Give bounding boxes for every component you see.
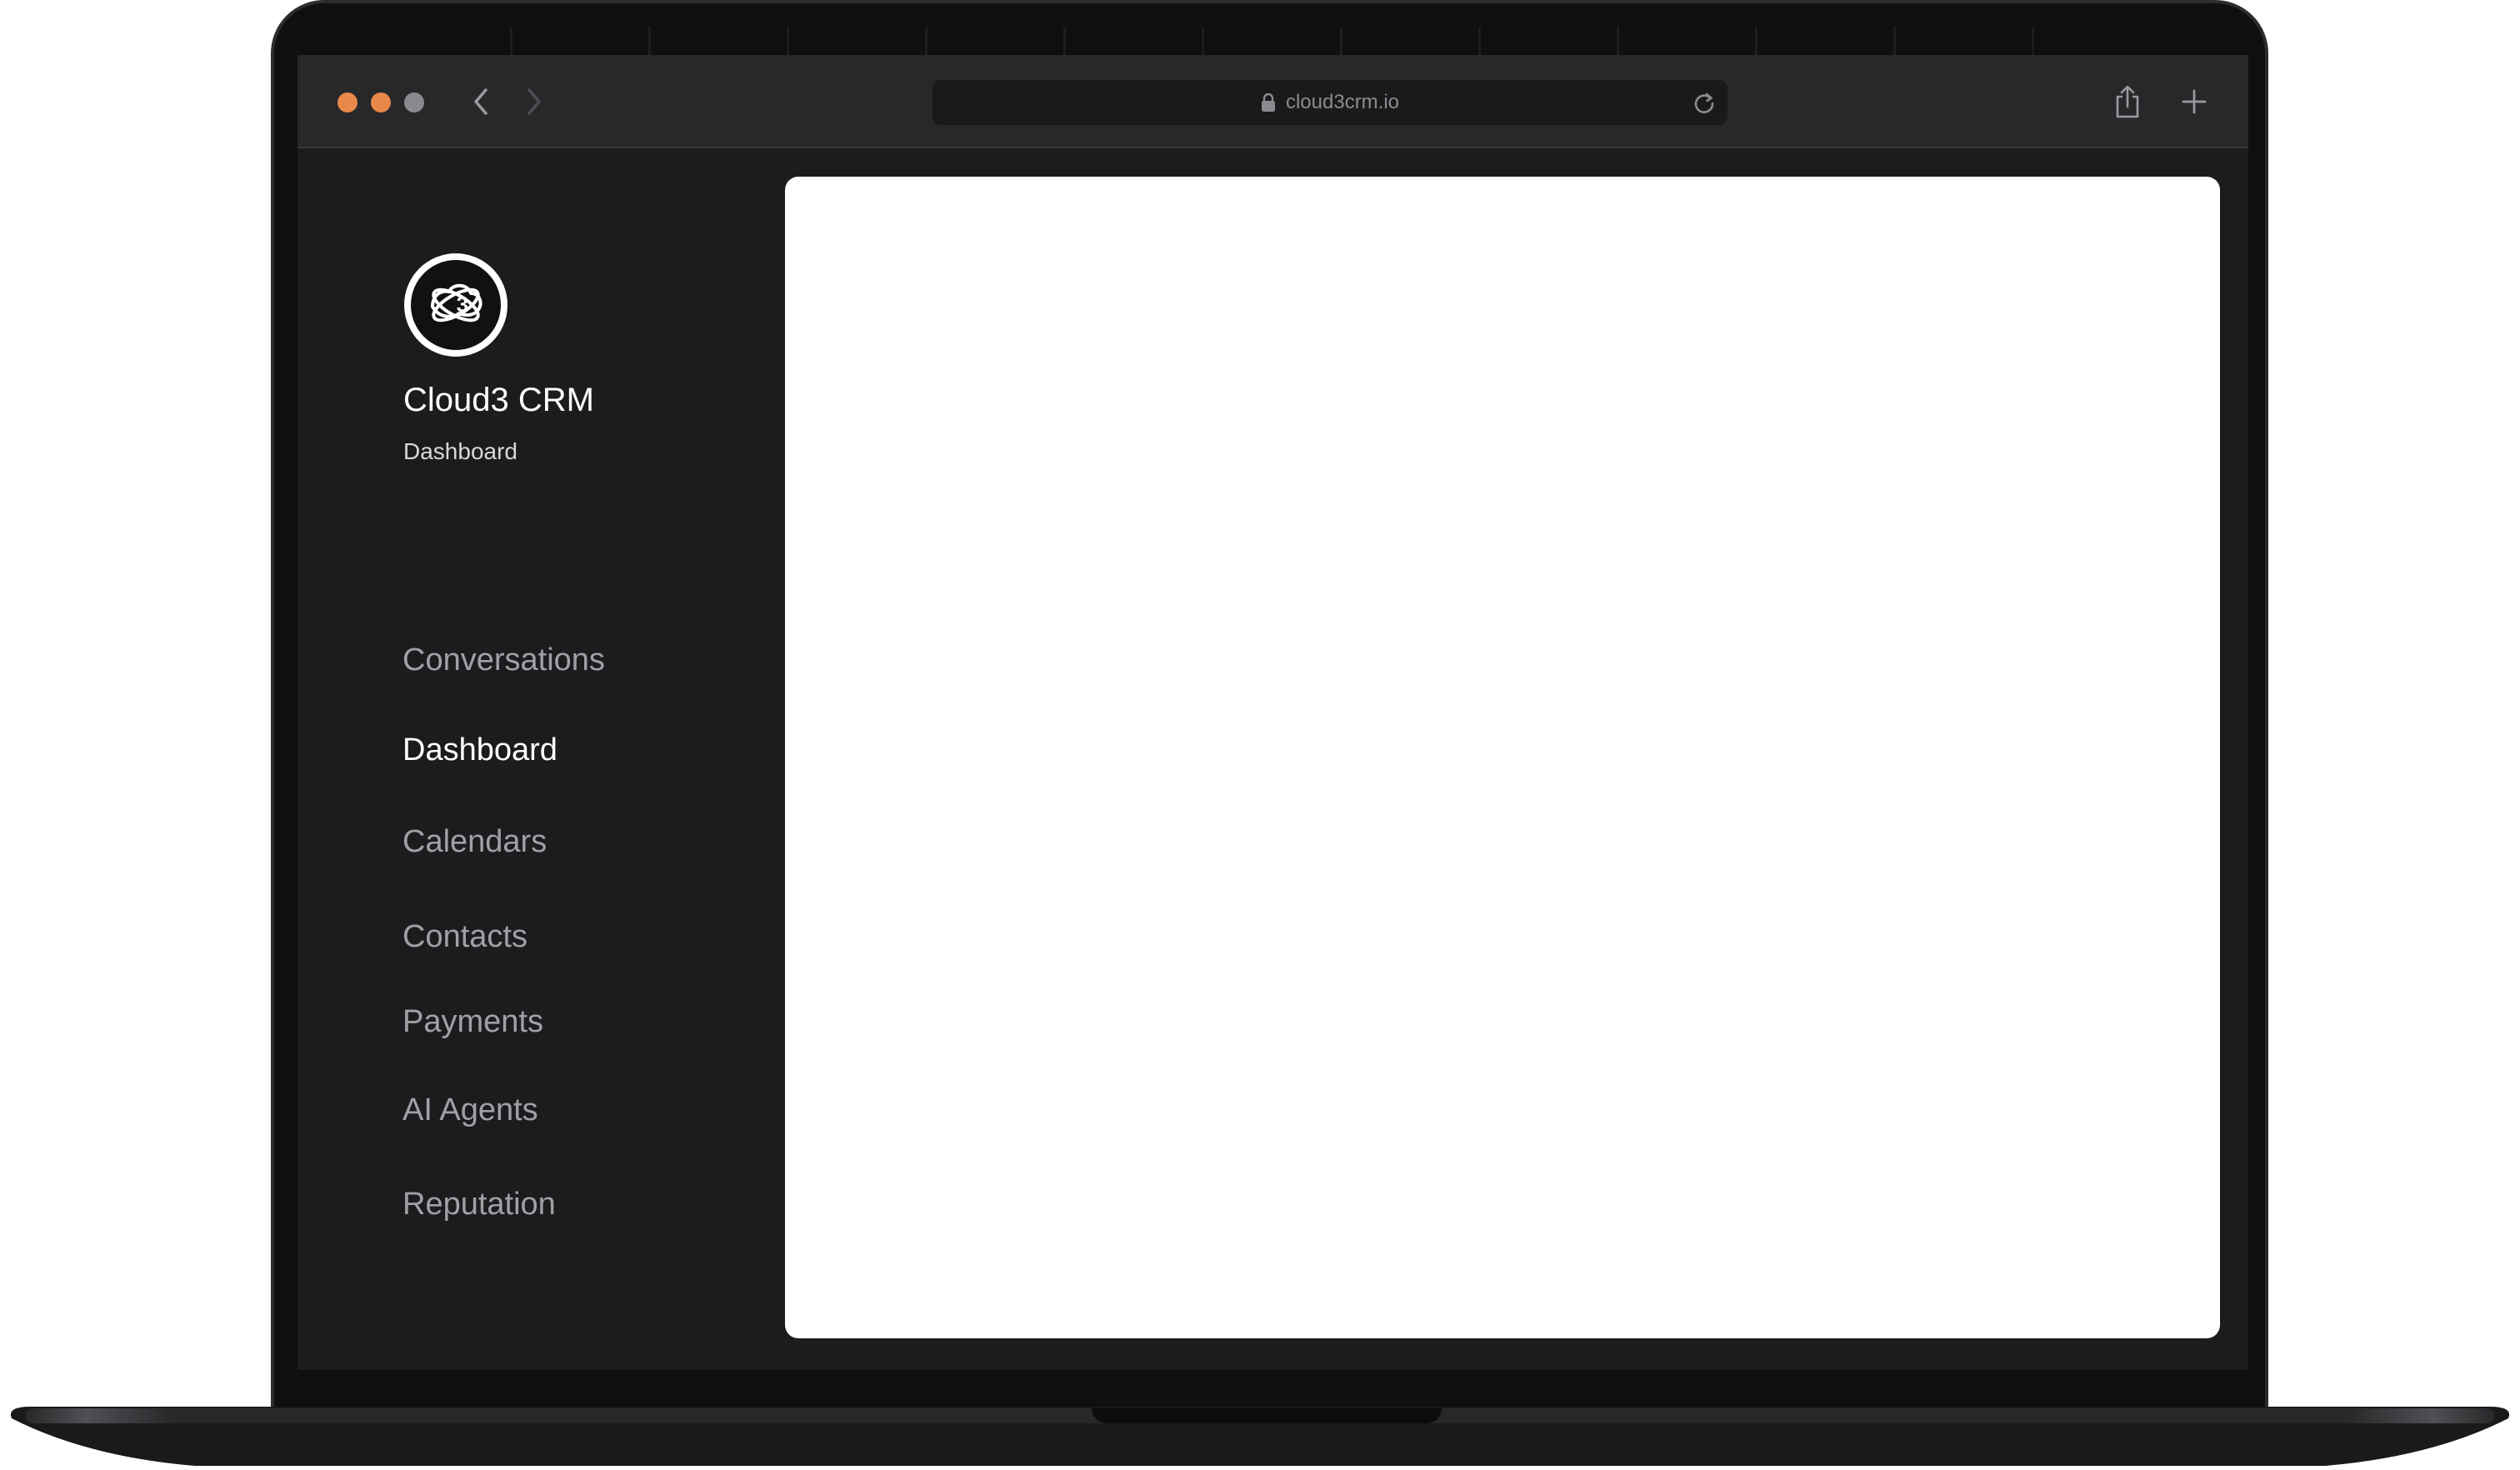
sidebar-item-payments[interactable]: Payments	[402, 1004, 543, 1040]
sidebar-item-dashboard[interactable]: Dashboard	[402, 732, 558, 768]
chevron-right-icon	[528, 88, 541, 115]
maximize-window-button[interactable]	[404, 92, 424, 112]
reload-icon[interactable]	[1691, 89, 1718, 116]
chevron-left-icon	[474, 88, 488, 115]
sidebar-item-ai-agents[interactable]: AI Agents	[402, 1092, 538, 1128]
lid-bezel-texture	[374, 27, 2165, 57]
lock-icon	[1261, 92, 1275, 112]
atom-3-icon: 3	[431, 283, 482, 322]
plus-icon	[2182, 89, 2207, 114]
laptop-hinge-notch	[1092, 1408, 1442, 1423]
close-window-button[interactable]	[338, 92, 358, 112]
browser-window: cloud3crm.io 3 Cloud3 CRM Dashboard Conv…	[298, 55, 2248, 1370]
app-name: Cloud3 CRM	[403, 382, 594, 418]
sidebar-item-contacts[interactable]: Contacts	[402, 919, 528, 955]
sidebar-item-calendars[interactable]: Calendars	[402, 824, 547, 860]
share-button[interactable]	[2106, 80, 2149, 123]
url-text: cloud3crm.io	[1285, 91, 1400, 113]
back-button[interactable]	[462, 83, 499, 120]
main-content-panel	[785, 177, 2220, 1338]
address-bar[interactable]: cloud3crm.io	[932, 80, 1728, 125]
sidebar-item-conversations[interactable]: Conversations	[402, 642, 605, 678]
forward-button[interactable]	[516, 83, 552, 120]
new-tab-button[interactable]	[2172, 80, 2216, 123]
browser-toolbar: cloud3crm.io	[298, 55, 2248, 148]
minimize-window-button[interactable]	[371, 92, 391, 112]
page-subtitle: Dashboard	[403, 438, 518, 464]
share-icon	[2116, 85, 2139, 118]
svg-text:3: 3	[457, 292, 468, 317]
sidebar-item-reputation[interactable]: Reputation	[402, 1187, 556, 1222]
app-logo[interactable]: 3	[404, 253, 508, 357]
